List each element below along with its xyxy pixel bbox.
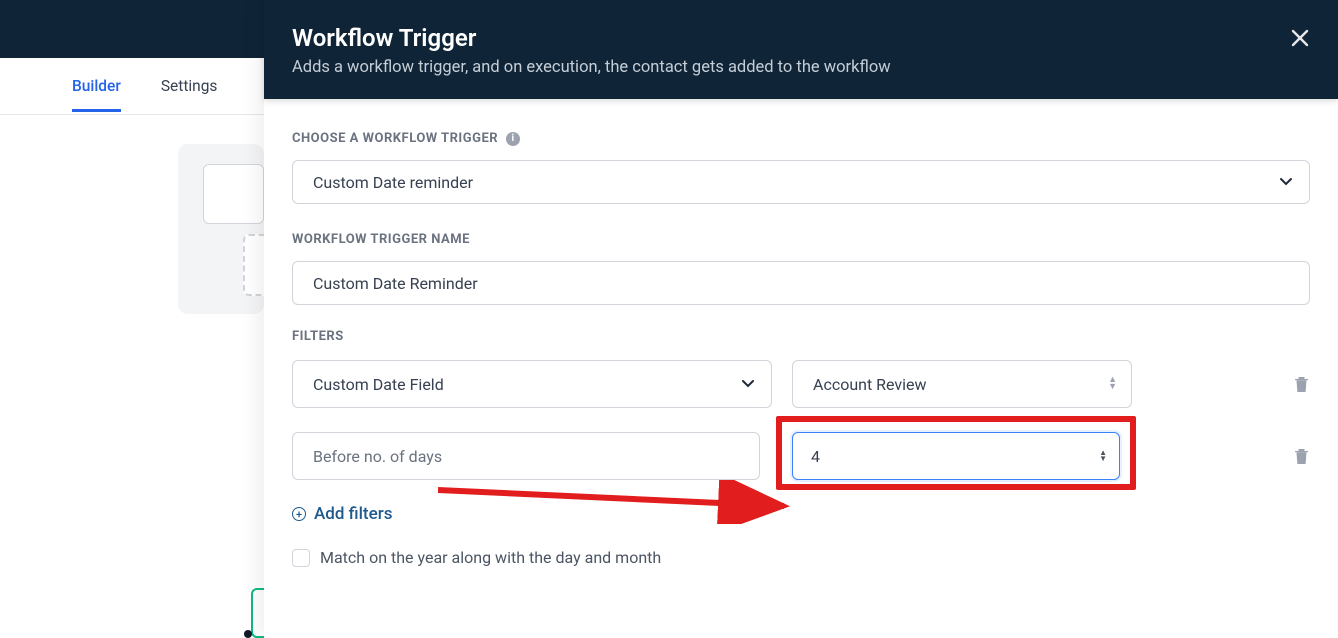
days-number-input[interactable]: 4 ▲▼ <box>792 432 1120 480</box>
choose-trigger-label: CHOOSE A WORKFLOW TRIGGER i <box>292 131 1310 146</box>
panel-description: Adds a workflow trigger, and on executio… <box>292 58 1310 77</box>
close-icon[interactable] <box>1290 28 1310 52</box>
chevron-down-icon <box>741 375 755 394</box>
filter-field-value: Custom Date Field <box>313 375 444 394</box>
trigger-name-input[interactable]: Custom Date Reminder <box>292 261 1310 305</box>
filter-field-value: Before no. of days <box>313 447 442 466</box>
tab-builder[interactable]: Builder <box>72 61 121 111</box>
add-filters-button[interactable]: + Add filters <box>292 504 1310 524</box>
filters-section: FILTERS Custom Date Field Account Review… <box>292 329 1310 567</box>
match-year-checkbox[interactable] <box>292 549 310 567</box>
panel-header: Workflow Trigger Adds a workflow trigger… <box>264 0 1338 99</box>
workflow-canvas-node <box>251 588 264 638</box>
match-year-label: Match on the year along with the day and… <box>320 548 661 567</box>
panel-title: Workflow Trigger <box>292 24 1310 52</box>
filter-value-select[interactable]: Account Review ▲▼ <box>792 360 1132 408</box>
trigger-name-value: Custom Date Reminder <box>313 274 478 293</box>
tabs-bar: Builder Settings <box>0 58 264 115</box>
filter-value-text: Account Review <box>813 375 927 394</box>
choose-trigger-label-text: CHOOSE A WORKFLOW TRIGGER <box>292 131 498 146</box>
filter-field-select[interactable]: Before no. of days <box>292 432 760 480</box>
filter-row: Before no. of days 4 ▲▼ <box>292 432 1310 480</box>
trigger-select-value: Custom Date reminder <box>313 173 473 192</box>
updown-icon: ▲▼ <box>1108 377 1117 391</box>
trigger-name-label: WORKFLOW TRIGGER NAME <box>292 232 1310 247</box>
workflow-canvas-connector <box>244 630 252 638</box>
filter-row: Custom Date Field Account Review ▲▼ <box>292 360 1310 408</box>
filter-field-select[interactable]: Custom Date Field <box>292 360 772 408</box>
add-filters-label: Add filters <box>314 504 392 524</box>
workflow-canvas-dropzone <box>243 234 264 296</box>
number-stepper[interactable]: ▲▼ <box>1099 450 1107 462</box>
info-icon[interactable]: i <box>506 132 520 146</box>
plus-circle-icon: + <box>292 507 306 521</box>
filter-value-wrapper: 4 ▲▼ <box>780 432 1132 480</box>
workflow-canvas-card <box>203 164 264 224</box>
workflow-trigger-panel: Workflow Trigger Adds a workflow trigger… <box>264 0 1338 638</box>
panel-body: CHOOSE A WORKFLOW TRIGGER i Custom Date … <box>264 99 1338 567</box>
chevron-down-icon <box>1279 173 1293 192</box>
trigger-select[interactable]: Custom Date reminder <box>292 160 1310 204</box>
app-header-left <box>0 0 264 58</box>
tab-settings[interactable]: Settings <box>161 61 218 111</box>
filters-label: FILTERS <box>292 329 1310 344</box>
trash-icon[interactable] <box>1292 447 1310 465</box>
days-value: 4 <box>811 447 820 466</box>
trash-icon[interactable] <box>1292 375 1310 393</box>
match-year-checkbox-row: Match on the year along with the day and… <box>292 548 1310 567</box>
